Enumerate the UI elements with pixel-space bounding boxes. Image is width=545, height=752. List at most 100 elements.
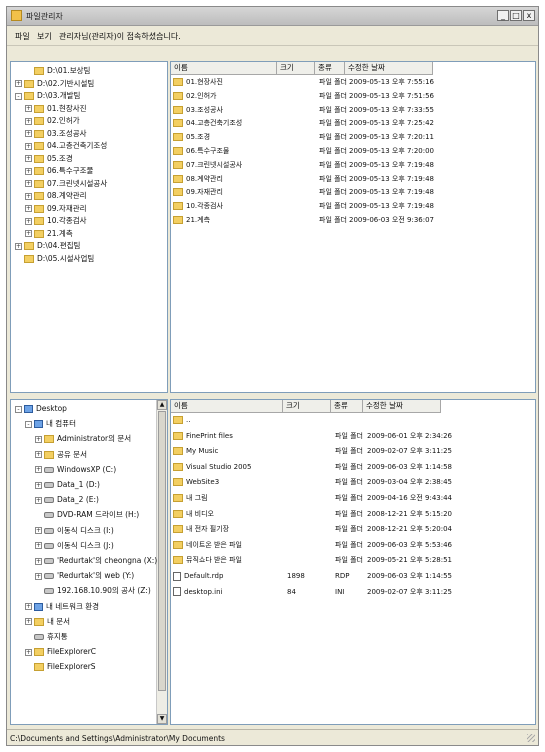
table-row[interactable]: 03.조성공사 파일 폴더 2009-05-13 오후 7:33:55 [173,104,473,117]
tree-item[interactable]: DVD-RAM 드라이브 (H:) [35,509,139,521]
expand-icon[interactable]: + [25,105,32,112]
table-row[interactable]: 05.조경 파일 폴더 2009-05-13 오후 7:20:11 [173,131,473,144]
column-header-size[interactable]: 크기 [277,62,315,74]
title-bar[interactable]: 파일관리자 _ □ x [7,7,538,26]
tree-item[interactable]: + 'Redurtak'의 cheongna (X:) [35,555,157,567]
table-row[interactable]: 06.특수구조물 파일 폴더 2009-05-13 오후 7:20:00 [173,145,473,158]
expand-icon[interactable]: + [25,130,32,137]
table-row[interactable]: 02.인허가 파일 폴더 2009-05-13 오후 7:51:56 [173,90,473,103]
menu-view[interactable]: 보기 [37,31,52,42]
tree-item[interactable]: +05.조경 [25,153,73,165]
bottom-folder-tree[interactable]: ▲ ▼ - Desktop - 내 컴퓨터 + Administrator의 문서 + 공유 … [10,399,168,725]
tree-item[interactable]: + Data_1 (D:) [35,479,100,491]
tree-item[interactable]: + 내 네트워크 환경 [25,601,99,613]
table-row[interactable]: Visual Studio 2005 파일 폴더 2009-06-03 오후 1:1… [173,461,473,474]
tree-item[interactable]: + 이동식 디스크 (J:) [35,540,114,552]
expand-icon[interactable]: + [25,117,32,125]
tree-item[interactable]: D:\05.시설사업팀 [15,253,94,265]
tree-item[interactable]: + 'Redurtak'의 web (Y:) [35,570,134,582]
expand-icon[interactable]: + [25,180,32,187]
menu-file[interactable]: 파일 [15,31,30,42]
expand-icon[interactable]: + [25,603,32,611]
expand-icon[interactable]: + [15,80,22,87]
tree-item[interactable]: D:\01.보상팀 [25,65,90,77]
scroll-thumb[interactable] [158,411,166,691]
tree-item[interactable]: +09.자재관리 [25,203,87,215]
expand-icon[interactable]: + [35,542,42,550]
tree-item[interactable]: +06.특수구조물 [25,165,93,177]
expand-icon[interactable]: + [35,466,42,474]
column-header-modified[interactable]: 수정한 날짜 [345,62,433,74]
column-header-type[interactable]: 종류 [331,400,363,412]
table-row[interactable]: 07.크린넷시설공사 파일 폴더 2009-05-13 오후 7:19:48 [173,159,473,172]
tree-item[interactable]: + Administrator의 문서 [35,433,131,445]
tree-item[interactable]: + Data_2 (E:) [35,494,99,506]
collapse-icon[interactable]: - [15,405,22,413]
expand-icon[interactable]: + [35,481,42,489]
tree-item[interactable]: 192.168.10.90의 공사 (Z:) [35,585,151,597]
expand-icon[interactable]: + [25,205,32,212]
expand-icon[interactable]: + [15,242,22,250]
tree-item[interactable]: - D:\03.개발팀 [15,90,80,102]
tree-item[interactable]: +03.조성공사 [25,128,87,140]
resize-grip-icon[interactable] [527,734,535,742]
table-row[interactable]: Default.rdp 1898 RDP 2009-06-03 오후 1:14:55 [173,570,473,583]
top-file-list[interactable]: 이름 크기 종류 수정한 날짜 01.현장사진 파일 폴더 2009-05-13 오… [170,61,536,393]
column-header-size[interactable]: 크기 [283,400,331,412]
table-row[interactable]: 내 비디오 파일 폴더 2008-12-21 오후 5:15:20 [173,508,473,521]
expand-icon[interactable]: + [25,142,32,150]
expand-icon[interactable]: + [35,557,42,565]
tree-item[interactable]: +10.각종검사 [25,215,87,227]
expand-icon[interactable]: + [35,496,42,504]
tree-item[interactable]: 휴지통 [25,631,68,643]
expand-icon[interactable]: + [25,167,32,175]
table-row[interactable]: desktop.ini 84 INI 2009-02-07 오후 3:11:25 [173,586,473,599]
bottom-file-list[interactable]: 이름 크기 종류 수정한 날짜 .. FinePrint files 파일 폴더 20… [170,399,536,725]
collapse-icon[interactable]: - [25,420,32,428]
tree-item[interactable]: + 공유 문서 [35,449,87,461]
maximize-button[interactable]: □ [510,10,522,21]
top-folder-tree[interactable]: D:\01.보상팀 + D:\02.기반시설팀 - D:\03.개발팀 +01.현장사진 +… [10,61,168,393]
tree-item[interactable]: + FileExplorerC [25,646,96,658]
expand-icon[interactable]: + [25,648,32,656]
tree-item[interactable]: + WindowsXP (C:) [35,464,116,476]
tree-item[interactable]: - Desktop [15,403,67,415]
expand-icon[interactable]: + [25,155,32,162]
tree-item[interactable]: +21.계측 [25,228,73,240]
table-row[interactable]: 내 그림 파일 폴더 2009-04-16 오전 9:43:44 [173,492,473,505]
table-row[interactable]: My Music 파일 폴더 2009-02-07 오후 3:11:25 [173,445,473,458]
expand-icon[interactable]: + [35,527,42,535]
column-header-type[interactable]: 종류 [315,62,345,74]
tree-item[interactable]: +01.현장사진 [25,103,87,115]
table-row[interactable]: 09.자재관리 파일 폴더 2009-05-13 오후 7:19:48 [173,186,473,199]
table-row[interactable]: 04.고층건축기조성 파일 폴더 2009-05-13 오후 7:25:42 [173,117,473,130]
table-row[interactable]: 내 전자 필기장 파일 폴더 2008-12-21 오후 5:20:04 [173,523,473,536]
scroll-up-icon[interactable]: ▲ [157,400,167,410]
close-button[interactable]: x [523,10,535,21]
tree-item[interactable]: + D:\02.기반시설팀 [15,78,94,90]
table-row[interactable]: 21.계측 파일 폴더 2009-06-03 오전 9:36:07 [173,214,473,227]
tree-item[interactable]: - 내 컴퓨터 [25,418,76,430]
column-header-modified[interactable]: 수정한 날짜 [363,400,441,412]
tree-item[interactable]: + D:\04.편집팀 [15,240,80,252]
table-row[interactable]: WebSite3 파일 폴더 2009-03-04 오후 2:38:45 [173,476,473,489]
tree-item[interactable]: +04.고층건축기조성 [25,140,107,152]
expand-icon[interactable]: + [25,217,32,225]
expand-icon[interactable]: + [25,192,32,200]
tree-item[interactable]: + 내 문서 [25,616,70,628]
minimize-button[interactable]: _ [497,10,509,21]
column-header-name[interactable]: 이름 [171,62,277,74]
expand-icon[interactable]: + [35,451,42,459]
table-row[interactable]: FinePrint files 파일 폴더 2009-06-01 오후 2:34:2… [173,430,473,443]
tree-item[interactable]: +08.계약관리 [25,190,87,202]
collapse-icon[interactable]: - [15,92,22,100]
table-row[interactable]: 10.각종검사 파일 폴더 2009-05-13 오후 7:19:48 [173,200,473,213]
tree-item[interactable]: +07.크린넷시설공사 [25,178,107,190]
table-row[interactable]: 01.현장사진 파일 폴더 2009-05-13 오후 7:55:16 [173,76,473,89]
table-row[interactable]: 네이트온 받은 파일 파일 폴더 2009-06-03 오후 5:53:46 [173,539,473,552]
expand-icon[interactable]: + [35,572,42,580]
tree-scrollbar[interactable]: ▲ ▼ [156,400,167,724]
expand-icon[interactable]: + [25,618,32,626]
table-row[interactable]: 뮤직쇼다 받은 파일 파일 폴더 2009-05-21 오후 5:28:51 [173,554,473,567]
tree-item[interactable]: FileExplorerS [25,661,96,673]
